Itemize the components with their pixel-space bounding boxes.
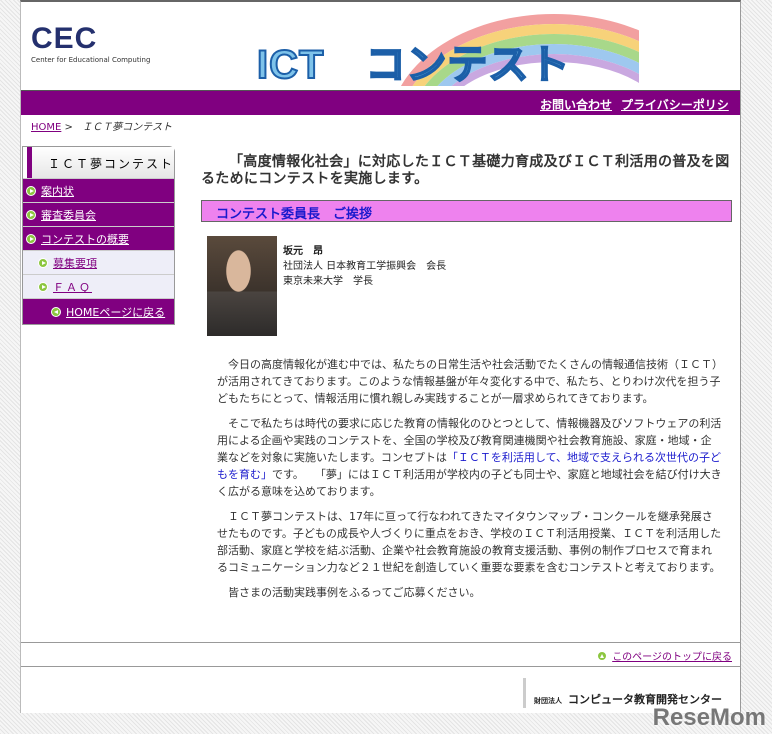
sidebar-item-faq[interactable]: ＦＡＱ — [23, 274, 174, 298]
breadcrumb-separator: > — [64, 122, 73, 133]
breadcrumb: HOME > ＩＣＴ夢コンテスト — [31, 118, 172, 133]
breadcrumb-current: ＩＣＴ夢コンテスト — [82, 122, 173, 133]
paragraph: ＩＣＴ夢コンテストは、17年に亘って行なわれてきたマイタウンマップ・コンクールを… — [217, 510, 722, 574]
banner-title: ICT夢コンテスト — [256, 42, 571, 86]
arrow-right-icon — [26, 233, 36, 244]
sidebar: ＩＣＴ夢コンテスト 案内状 審査委員会 コンテストの概要 募集要項 ＦＡＱ HO… — [22, 146, 175, 325]
watermark-logo: ReseMom — [652, 704, 766, 731]
profile: 坂元 昂 社団法人 日本教育工学振興会 会長 東京未来大学 学長 — [207, 236, 732, 336]
sidebar-item-label: ＦＡＱ — [53, 280, 92, 294]
paragraph: そこで私たちは時代の要求に応じた教育の情報化のひとつとして、情報機器及びソフトウ… — [217, 417, 722, 498]
back-to-top-label: このページのトップに戻る — [612, 652, 732, 663]
cec-logo[interactable]: CEC Center for Educational Computing — [31, 22, 151, 65]
sidebar-item-label: HOMEページに戻る — [66, 305, 166, 319]
top-nav: お問い合わせ プライバシーポリシー — [21, 90, 740, 129]
chairman-title-2: 東京未来大学 学長 — [283, 276, 373, 287]
arrow-right-icon — [38, 281, 48, 292]
sidebar-item-home[interactable]: HOMEページに戻る — [23, 298, 174, 324]
sidebar-item-label: 案内状 — [41, 184, 74, 198]
chairman-name: 坂元 昂 — [283, 246, 323, 257]
privacy-link[interactable]: プライバシーポリシー — [621, 96, 740, 130]
sidebar-item-label: 募集要項 — [53, 256, 97, 270]
sidebar-item-label: 審査委員会 — [41, 208, 96, 222]
chairman-title-1: 社団法人 日本教育工学振興会 会長 — [283, 261, 447, 272]
breadcrumb-home[interactable]: HOME — [31, 122, 61, 133]
paragraph: 皆さまの活動実践事例をふるってご応募ください。 — [228, 586, 481, 599]
contact-link[interactable]: お問い合わせ — [540, 96, 612, 113]
greeting-body: 今日の高度情報化が進む中では、私たちの日常生活や社会活動でたくさんの情報通信技術… — [217, 356, 722, 601]
sidebar-item-guidelines[interactable]: 募集要項 — [23, 250, 174, 274]
arrow-right-icon — [26, 185, 36, 196]
arrow-left-icon — [51, 306, 61, 317]
sidebar-item-committee[interactable]: 審査委員会 — [23, 202, 174, 226]
sidebar-item-invitation[interactable]: 案内状 — [23, 178, 174, 202]
arrow-right-icon — [38, 257, 48, 268]
contest-banner: ICT夢コンテスト — [239, 6, 639, 86]
chairman-photo — [207, 236, 277, 336]
org-prefix: 財団法人 — [534, 697, 562, 705]
arrow-up-icon — [597, 650, 608, 661]
back-to-top-link[interactable]: このページのトップに戻る — [597, 648, 732, 663]
page: CEC Center for Educational Computing ICT… — [20, 0, 741, 713]
section-title: コンテスト委員長 ご挨拶 — [201, 200, 732, 222]
logo-mark: CEC — [31, 22, 98, 55]
lead-heading: 「高度情報化社会」に対応したＩＣＴ基礎力育成及びＩＣＴ利活用の普及を図るためにコ… — [201, 154, 730, 187]
logo-subtitle: Center for Educational Computing — [31, 56, 151, 64]
sidebar-item-label: コンテストの概要 — [41, 232, 129, 246]
page-top-bar: このページのトップに戻る — [21, 642, 740, 667]
main-content: 「高度情報化社会」に対応したＩＣＴ基礎力育成及びＩＣＴ利活用の普及を図るためにコ… — [201, 154, 732, 609]
arrow-right-icon — [26, 209, 36, 220]
sidebar-title: ＩＣＴ夢コンテスト — [27, 147, 174, 178]
sidebar-item-overview[interactable]: コンテストの概要 — [23, 226, 174, 250]
paragraph: 今日の高度情報化が進む中では、私たちの日常生活や社会活動でたくさんの情報通信技術… — [217, 358, 721, 405]
